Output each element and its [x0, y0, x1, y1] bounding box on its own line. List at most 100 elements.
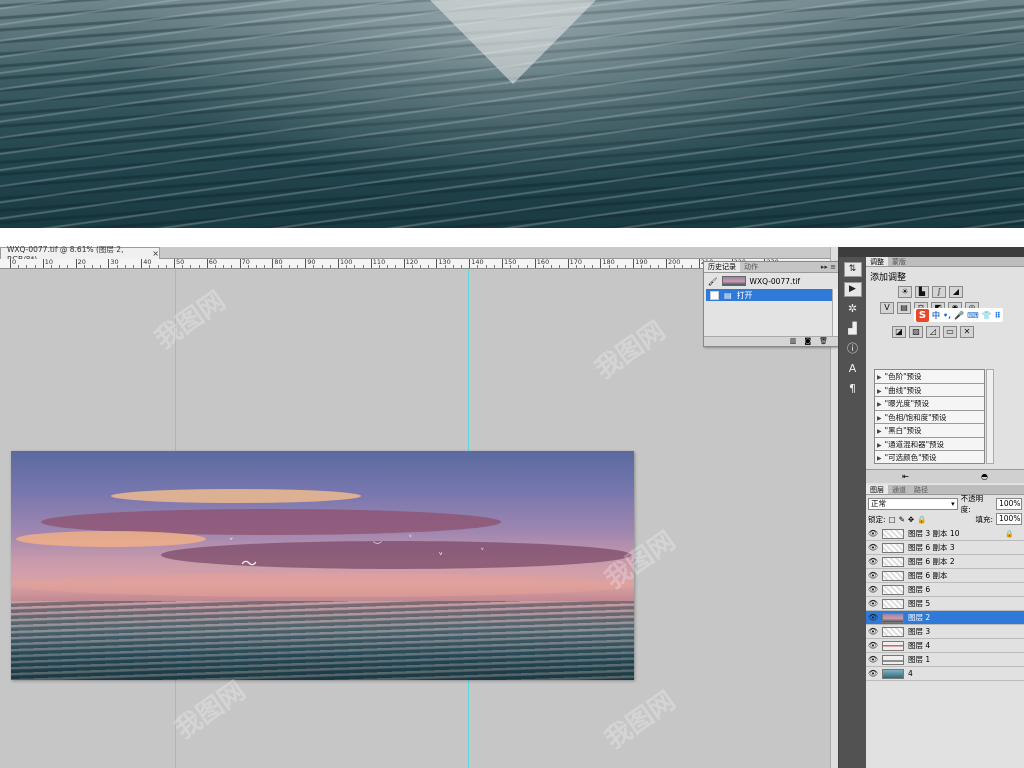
- ime-toolbar[interactable]: S 中 •, 🎤 ⌨ 👕 ⠿: [914, 308, 1003, 322]
- camera-icon[interactable]: ◙: [804, 337, 811, 346]
- tab-paths[interactable]: 路径: [910, 485, 932, 494]
- layer-thumbnail[interactable]: [882, 668, 904, 679]
- preset-item[interactable]: ▶ "曝光度"预设: [875, 397, 984, 411]
- layer-name[interactable]: 图层 3: [908, 626, 930, 637]
- character-icon[interactable]: A: [844, 362, 862, 377]
- expand-arrow-icon[interactable]: ▶: [877, 374, 882, 381]
- trash-icon[interactable]: 🗑: [819, 337, 828, 346]
- return-icon[interactable]: ⇤: [902, 472, 909, 481]
- expand-arrow-icon[interactable]: ▶: [877, 455, 882, 462]
- preset-item[interactable]: ▶ "色相/饱和度"预设: [875, 411, 984, 424]
- visibility-eye-icon[interactable]: 👁: [866, 585, 880, 594]
- layer-row[interactable]: 👁 图层 6 副本 2: [866, 555, 1024, 569]
- close-icon[interactable]: ×: [152, 249, 159, 258]
- toolbox-icon[interactable]: ⠿: [995, 311, 1001, 320]
- layer-name[interactable]: 图层 6: [908, 584, 930, 595]
- preset-item[interactable]: ▶ "通道混和器"预设: [875, 438, 984, 451]
- expand-arrow-icon[interactable]: ▶: [877, 401, 882, 408]
- hue-saturation-icon[interactable]: ▤: [897, 302, 911, 314]
- tab-actions[interactable]: 动作: [740, 262, 762, 272]
- layer-name[interactable]: 图层 6 副本 3: [908, 542, 955, 553]
- layer-thumbnail[interactable]: [882, 598, 904, 609]
- layer-name[interactable]: 图层 1: [908, 654, 930, 665]
- visibility-eye-icon[interactable]: 👁: [866, 599, 880, 608]
- layer-thumbnail[interactable]: [882, 612, 904, 623]
- visibility-eye-icon[interactable]: 👁: [866, 543, 880, 552]
- layer-row[interactable]: 👁 图层 6 副本: [866, 569, 1024, 583]
- preset-item[interactable]: ▶ "曲线"预设: [875, 384, 984, 397]
- tab-adjustments[interactable]: 调整: [866, 257, 888, 266]
- visibility-eye-icon[interactable]: 👁: [866, 529, 880, 538]
- history-item-open[interactable]: ▤ 打开: [706, 289, 838, 301]
- gradient-map-icon[interactable]: ▭: [943, 326, 957, 338]
- expand-arrow-icon[interactable]: ▶: [877, 415, 882, 422]
- clip-icon[interactable]: ◓: [981, 472, 988, 481]
- layer-row[interactable]: 👁 图层 4: [866, 639, 1024, 653]
- preset-item[interactable]: ▶ "黑白"预设: [875, 424, 984, 438]
- layer-row[interactable]: 👁 图层 5: [866, 597, 1024, 611]
- sogou-logo-icon[interactable]: S: [916, 308, 929, 322]
- lock-move-icon[interactable]: ✥: [908, 515, 914, 524]
- history-source-checkbox[interactable]: [710, 290, 719, 300]
- info-icon[interactable]: ⓘ: [844, 342, 862, 357]
- document-tab[interactable]: WXQ-0077.tif @ 8.61% (图层 2, RGB/8*) ×: [0, 245, 160, 264]
- visibility-eye-icon[interactable]: 👁: [866, 641, 880, 650]
- actions-panel-icon[interactable]: ▶: [843, 282, 862, 297]
- document-canvas[interactable]: 〜 ˇ ︶ ᵥ ᵥ ᵥ: [11, 451, 634, 680]
- keyboard-icon[interactable]: ⌨: [967, 311, 979, 320]
- layer-thumbnail[interactable]: [882, 542, 904, 553]
- layer-name[interactable]: 图层 6 副本: [908, 570, 948, 581]
- vibrance-icon[interactable]: V: [880, 302, 894, 314]
- lock-transparent-icon[interactable]: □: [889, 515, 896, 524]
- preset-item[interactable]: ▶ "色阶"预设: [875, 370, 984, 384]
- invert-icon[interactable]: ◪: [892, 326, 906, 338]
- histogram-icon[interactable]: ▟: [844, 322, 862, 337]
- preset-item[interactable]: ▶ "可选颜色"预设: [875, 451, 984, 463]
- layer-thumbnail[interactable]: [882, 640, 904, 651]
- tab-channels[interactable]: 通道: [888, 485, 910, 494]
- layer-row[interactable]: 👁 4: [866, 667, 1024, 681]
- layer-name[interactable]: 图层 3 副本 10: [908, 528, 959, 539]
- visibility-eye-icon[interactable]: 👁: [866, 627, 880, 636]
- history-panel-icon[interactable]: ⇅: [843, 262, 862, 277]
- expand-arrow-icon[interactable]: ▶: [877, 428, 882, 435]
- visibility-eye-icon[interactable]: 👁: [866, 557, 880, 566]
- microphone-icon[interactable]: 🎤: [954, 311, 964, 320]
- lock-paint-icon[interactable]: ✎: [899, 515, 905, 524]
- lock-all-icon[interactable]: 🔒: [917, 515, 926, 524]
- levels-icon[interactable]: ▙: [915, 286, 929, 298]
- layer-thumbnail[interactable]: [882, 584, 904, 595]
- tab-layers[interactable]: 图层: [866, 485, 888, 494]
- curves-icon[interactable]: ∫: [932, 286, 946, 298]
- threshold-icon[interactable]: ◿: [926, 326, 940, 338]
- layer-row[interactable]: 👁 图层 2: [866, 611, 1024, 625]
- layer-name[interactable]: 图层 5: [908, 598, 930, 609]
- layer-row[interactable]: 👁 图层 3: [866, 625, 1024, 639]
- presets-scrollbar[interactable]: [986, 369, 994, 464]
- visibility-eye-icon[interactable]: 👁: [866, 571, 880, 580]
- exposure-icon[interactable]: ◢: [949, 286, 963, 298]
- layer-row[interactable]: 👁 图层 3 副本 10 🔒: [866, 527, 1024, 541]
- paragraph-icon[interactable]: ¶: [844, 382, 862, 397]
- opacity-input[interactable]: 100%: [996, 498, 1022, 510]
- layer-thumbnail[interactable]: [882, 556, 904, 567]
- posterize-icon[interactable]: ▨: [909, 326, 923, 338]
- selective-color-icon[interactable]: ✕: [960, 326, 974, 338]
- expand-arrow-icon[interactable]: ▶: [877, 442, 882, 449]
- visibility-eye-icon[interactable]: 👁: [866, 669, 880, 678]
- skin-icon[interactable]: 👕: [982, 311, 992, 320]
- layer-name[interactable]: 图层 4: [908, 640, 930, 651]
- navigator-icon[interactable]: ✲: [844, 302, 862, 317]
- layer-thumbnail[interactable]: [882, 570, 904, 581]
- expand-arrow-icon[interactable]: ▶: [877, 388, 882, 395]
- panel-menu-icon[interactable]: ▸▸ ≡: [821, 263, 836, 271]
- layer-row[interactable]: 👁 图层 1: [866, 653, 1024, 667]
- layer-name[interactable]: 图层 2: [908, 612, 930, 623]
- blend-mode-select[interactable]: 正常: [868, 498, 958, 510]
- ime-punctuation-icon[interactable]: •,: [943, 311, 951, 320]
- layer-thumbnail[interactable]: [882, 626, 904, 637]
- brightness-icon[interactable]: ☀: [898, 286, 912, 298]
- visibility-eye-icon[interactable]: 👁: [866, 613, 880, 622]
- history-snapshot[interactable]: 🖌 WXQ-0077.tif: [704, 273, 840, 289]
- tab-history[interactable]: 历史记录: [704, 262, 740, 272]
